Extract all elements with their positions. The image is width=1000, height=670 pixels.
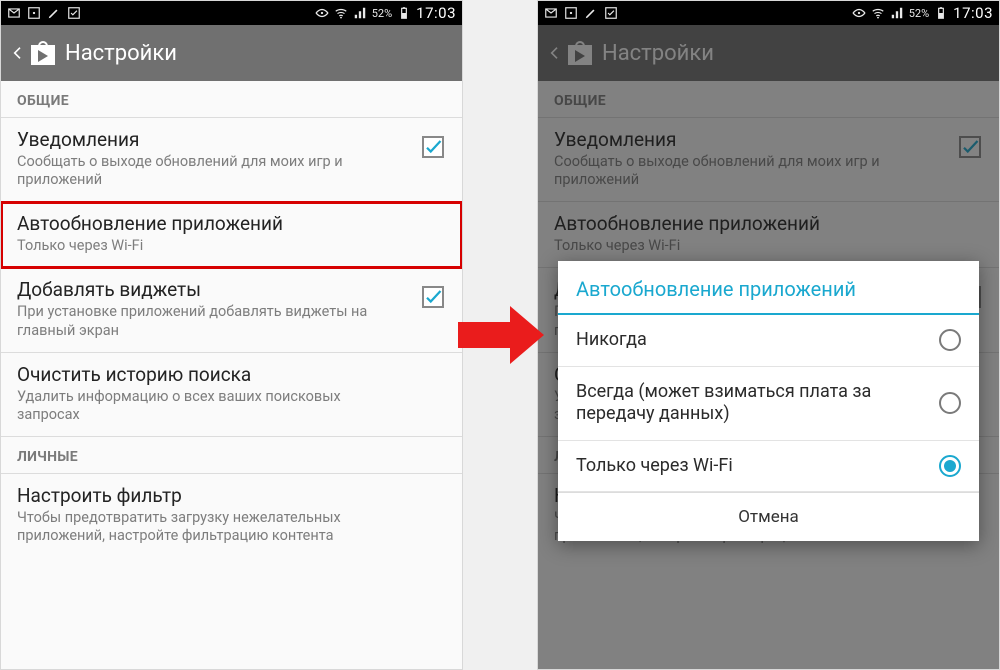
setting-subtitle: Только через Wi-Fi	[17, 237, 406, 255]
setting-autoupdate[interactable]: Автообновление приложений Только через W…	[1, 202, 462, 268]
setting-clear-history[interactable]: Очистить историю поиска Удалить информац…	[1, 353, 462, 437]
eye-icon	[315, 7, 329, 19]
setting-title: Автообновление приложений	[17, 212, 406, 235]
wifi-icon	[334, 7, 348, 19]
dotsquare-icon	[564, 7, 578, 19]
setting-title: Уведомления	[17, 128, 406, 151]
clock-text: 17:03	[416, 4, 456, 22]
option-always[interactable]: Всегда (может взиматься плата за передач…	[558, 367, 979, 441]
setting-subtitle: При установке приложений добавлять видже…	[17, 303, 406, 339]
checkbox-notifications[interactable]	[422, 136, 444, 158]
checkbox-icon	[604, 7, 618, 19]
actionbar: Настройки	[1, 25, 462, 81]
dialog-cancel-button[interactable]: Отмена	[558, 492, 979, 541]
option-never[interactable]: Никогда	[558, 315, 979, 367]
radio-always[interactable]	[939, 392, 961, 414]
eye-icon	[852, 7, 866, 19]
option-label: Всегда (может взиматься плата за передач…	[576, 381, 939, 426]
setting-filter[interactable]: Настроить фильтр Чтобы предотвратить заг…	[1, 474, 462, 557]
screen-title: Настройки	[65, 41, 177, 66]
signal-icon	[353, 7, 367, 19]
statusbar: 52% 17:03	[538, 1, 999, 25]
statusbar: 52% 17:03	[1, 1, 462, 25]
section-personal: ЛИЧНЫЕ	[1, 437, 462, 474]
edit-icon	[47, 7, 61, 19]
edit-icon	[584, 7, 598, 19]
battery-text: 52%	[909, 7, 929, 20]
setting-title: Очистить историю поиска	[17, 363, 406, 386]
wifi-icon	[871, 7, 885, 19]
clock-text: 17:03	[953, 4, 993, 22]
radio-wifi[interactable]	[939, 455, 961, 477]
setting-notifications[interactable]: Уведомления Сообщать о выходе обновлений…	[1, 118, 462, 202]
checkbox-widgets[interactable]	[422, 286, 444, 308]
mail-icon	[7, 7, 21, 19]
play-store-icon	[29, 39, 57, 67]
option-wifi[interactable]: Только через Wi-Fi	[558, 441, 979, 493]
phone-screen-left: 52% 17:03 Настройки ОБЩИЕ Уведомления Со…	[0, 0, 463, 670]
setting-subtitle: Чтобы предотвратить загрузку нежелательн…	[17, 509, 406, 545]
battery-icon	[397, 7, 411, 19]
option-label: Только через Wi-Fi	[576, 455, 939, 478]
battery-text: 52%	[372, 7, 392, 20]
radio-never[interactable]	[939, 329, 961, 351]
settings-list: ОБЩИЕ Уведомления Сообщать о выходе обно…	[1, 81, 462, 669]
setting-subtitle: Сообщать о выходе обновлений для моих иг…	[17, 153, 406, 189]
dotsquare-icon	[27, 7, 41, 19]
signal-icon	[890, 7, 904, 19]
setting-subtitle: Удалить информацию о всех ваших поисковы…	[17, 388, 406, 424]
phone-screen-right: 52% 17:03 Настройки ОБЩИЕ Уведомления Со…	[537, 0, 1000, 670]
mail-icon	[544, 7, 558, 19]
setting-widgets[interactable]: Добавлять виджеты При установке приложен…	[1, 268, 462, 352]
dialog-title: Автообновление приложений	[558, 261, 979, 313]
setting-title: Добавлять виджеты	[17, 278, 406, 301]
back-button[interactable]	[9, 38, 27, 68]
flow-arrow	[456, 300, 546, 370]
section-general: ОБЩИЕ	[1, 81, 462, 118]
option-label: Никогда	[576, 329, 939, 352]
battery-icon	[934, 7, 948, 19]
checkbox-icon	[67, 7, 81, 19]
autoupdate-dialog: Автообновление приложений Никогда Всегда…	[558, 261, 979, 541]
setting-title: Настроить фильтр	[17, 484, 406, 507]
